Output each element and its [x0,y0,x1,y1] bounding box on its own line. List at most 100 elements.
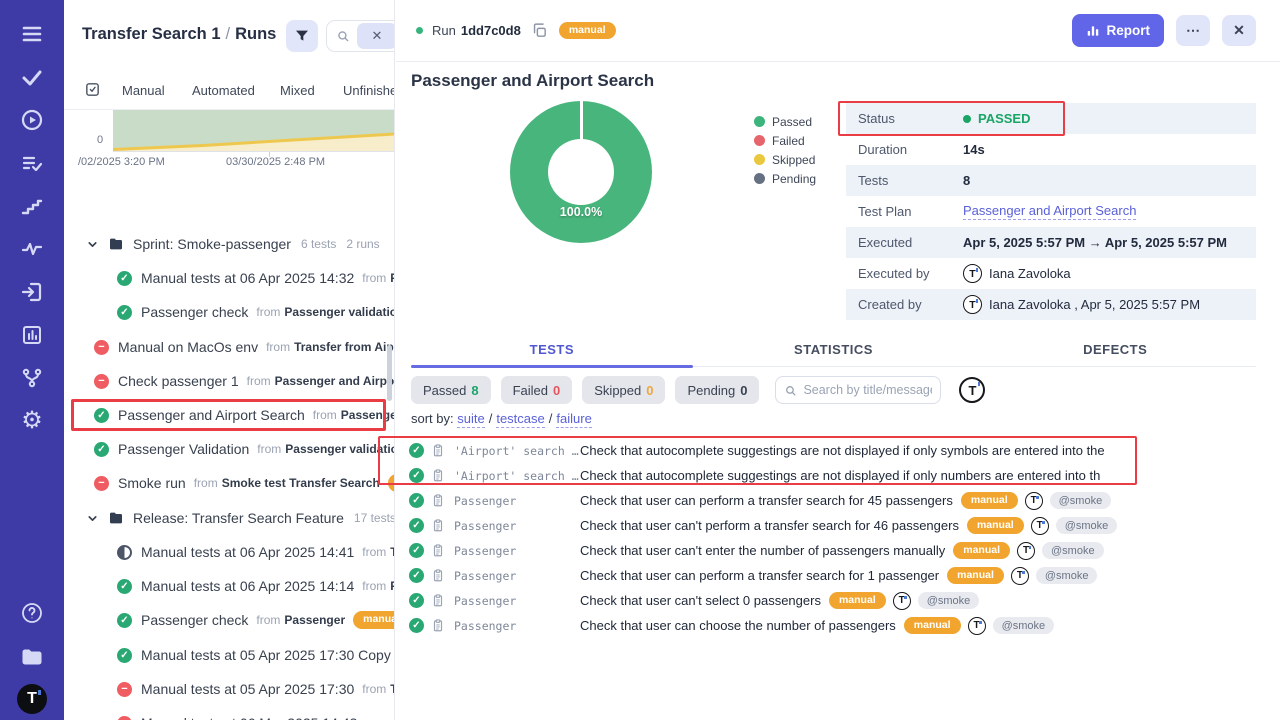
clipboard-icon [431,468,445,483]
test-plan-link[interactable]: Passenger and Airport Search [963,203,1136,220]
status-passed-icon [117,305,132,320]
smoke-tag[interactable]: @smoke [1042,542,1104,559]
runs-panel: Transfer Search 1/Runs ✕ Manual Automate… [64,0,395,720]
gear-icon[interactable]: ⚙ [10,399,54,442]
test-row[interactable]: Passenger Check that user can't perform … [396,513,1280,538]
test-title: Check that autocomplete suggestings are … [580,443,1105,458]
tab-mixed[interactable]: Mixed [280,83,315,98]
filter-passed[interactable]: Passed8 [411,376,491,404]
projects-folder-icon[interactable] [10,634,54,677]
sort-by-suite[interactable]: suite [457,411,484,428]
tab-unfinished[interactable]: Unfinished [343,83,395,98]
sort-bar: sort by: suite/testcase/failure [411,411,592,426]
test-title: Check that autocomplete suggestings are … [580,468,1100,483]
report-button[interactable]: Report [1072,14,1165,47]
tree-run[interactable]: Manual tests at 06 Apr 2025 14:14 from P… [64,571,395,601]
test-suite: Passenger [454,619,580,633]
filter-button[interactable] [286,20,318,52]
smoke-tag[interactable]: @smoke [993,617,1055,634]
manual-badge: manual [388,474,395,492]
chevron-down-icon[interactable] [86,238,99,251]
tab-statistics[interactable]: STATISTICS [693,337,975,366]
assignee-filter-button[interactable]: T [959,377,985,403]
list-check-icon[interactable] [10,141,54,184]
folder-icon [108,236,124,252]
play-circle-icon[interactable] [10,98,54,141]
help-icon[interactable] [10,591,54,634]
filter-skipped[interactable]: Skipped0 [582,376,665,404]
detail-row-tests: Tests 8 [846,165,1256,196]
breadcrumb-project[interactable]: Transfer Search 1 [82,25,221,43]
test-row[interactable]: 'Airport' search … Check that autocomple… [396,438,1280,463]
folder-icon [108,510,124,526]
run-from-suite: Passenger validation [285,442,395,456]
activity-icon[interactable] [10,227,54,270]
run-word: Run [432,23,456,38]
folder-label: Release: Transfer Search Feature [133,510,344,526]
filter-pending[interactable]: Pending0 [675,376,759,404]
tree-run[interactable]: Check passenger 1 from Passenger and Air… [64,366,395,396]
sort-by-failure[interactable]: failure [556,411,591,428]
smoke-tag[interactable]: @smoke [1056,517,1118,534]
test-row[interactable]: Passenger Check that user can perform a … [396,563,1280,588]
smoke-tag[interactable]: @smoke [918,592,980,609]
tree-run-selected[interactable]: Passenger and Airport Search from Passen… [64,400,395,430]
filter-failed[interactable]: Failed0 [501,376,573,404]
status-failed-icon [117,716,132,720]
smoke-tag[interactable]: @smoke [1036,567,1098,584]
tree-run[interactable]: Passenger check from Passenger manual 6 [64,605,395,635]
status-passed-icon [409,493,424,508]
tree-run[interactable]: Smoke run from Smoke test Transfer Searc… [64,468,395,498]
copy-icon[interactable] [531,22,548,39]
tree-run[interactable]: Manual tests at 05 Apr 2025 17:30 from T… [64,674,395,704]
test-row[interactable]: Passenger Check that user can choose the… [396,613,1280,638]
search-clear-button[interactable]: ✕ [357,23,395,49]
check-icon[interactable] [10,55,54,98]
tab-manual[interactable]: Manual [122,83,165,98]
tree-run-partial[interactable]: Manual tests at 06 Mar 2025 14:43 [64,708,395,720]
close-button[interactable]: ✕ [1222,15,1256,46]
tab-tests[interactable]: TESTS [411,337,693,366]
tree-run[interactable]: Manual tests at 05 Apr 2025 17:30 Copy f… [64,640,395,670]
detail-row-created-by: Created by TIana Zavoloka , Apr 5, 2025 … [846,289,1256,320]
detail-tabs: TESTS STATISTICS DEFECTS [411,337,1256,367]
test-suite: Passenger [454,494,580,508]
test-row[interactable]: Passenger Check that user can't enter th… [396,538,1280,563]
chevron-down-icon[interactable] [86,512,99,525]
test-row[interactable]: Passenger Check that user can't select 0… [396,588,1280,613]
run-from-suite: Pass [390,579,395,593]
bar-chart-box-icon[interactable] [10,313,54,356]
tree-folder[interactable]: Release: Transfer Search Feature 17 test… [64,503,395,533]
status-failed-icon [94,340,109,355]
manual-badge: manual [559,22,616,40]
passed-dot [963,115,971,123]
test-title: Check that user can't enter the number o… [580,543,945,558]
steps-icon[interactable] [10,184,54,227]
tree-run[interactable]: Passenger check from Passenger validatio… [64,297,395,327]
detail-row-status: Status PASSED [846,103,1256,134]
select-all-icon[interactable] [84,81,101,103]
manual-badge: manual [967,517,1024,535]
test-row[interactable]: 'Airport' search … Check that autocomple… [396,463,1280,488]
sign-in-icon[interactable] [10,270,54,313]
branch-icon[interactable] [10,356,54,399]
tree-run[interactable]: Manual tests at 06 Apr 2025 14:41 from T… [64,537,395,567]
sort-by-testcase[interactable]: testcase [496,411,544,428]
run-from-keyword: from [194,476,218,490]
testomat-logo[interactable]: T [10,677,54,720]
smoke-tag[interactable]: @smoke [1050,492,1112,509]
more-button[interactable]: ⋯ [1176,15,1210,46]
manual-badge: manual [947,567,1004,585]
tab-defects[interactable]: DEFECTS [974,337,1256,366]
tests-search-input[interactable] [803,383,932,397]
test-row[interactable]: Passenger Check that user can perform a … [396,488,1280,513]
tree-folder[interactable]: Sprint: Smoke-passenger 6 tests 2 runs [64,229,395,259]
clipboard-icon [431,593,445,608]
tree-run[interactable]: Manual on MacOs env from Transfer from A… [64,332,395,362]
status-passed-icon [409,593,424,608]
menu-icon[interactable] [10,12,54,55]
panel-scrollbar[interactable] [387,345,392,401]
tab-automated[interactable]: Automated [192,83,255,98]
tree-run[interactable]: Passenger Validation from Passenger vali… [64,434,395,464]
tree-run[interactable]: Manual tests at 06 Apr 2025 14:32 from P… [64,263,395,293]
